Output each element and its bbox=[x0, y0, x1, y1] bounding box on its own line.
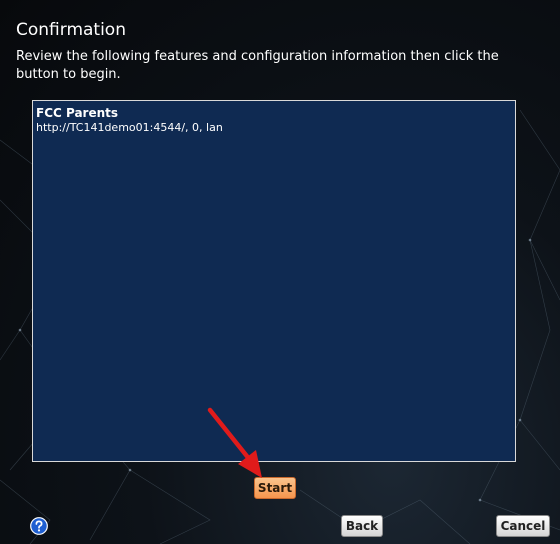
configuration-summary-panel: FCC Parents http://TC141demo01:4544/, 0,… bbox=[32, 100, 516, 462]
feature-item: FCC Parents http://TC141demo01:4544/, 0,… bbox=[36, 106, 512, 135]
feature-name: FCC Parents bbox=[36, 106, 119, 120]
feature-detail: http://TC141demo01:4544/, 0, lan bbox=[36, 121, 223, 134]
help-icon[interactable] bbox=[30, 517, 48, 535]
red-arrow-icon bbox=[207, 407, 262, 478]
page-title: Confirmation bbox=[16, 20, 126, 40]
back-button[interactable]: Back bbox=[341, 515, 383, 537]
instructions-text: Review the following features and config… bbox=[16, 49, 499, 82]
cancel-button[interactable]: Cancel bbox=[496, 515, 550, 537]
